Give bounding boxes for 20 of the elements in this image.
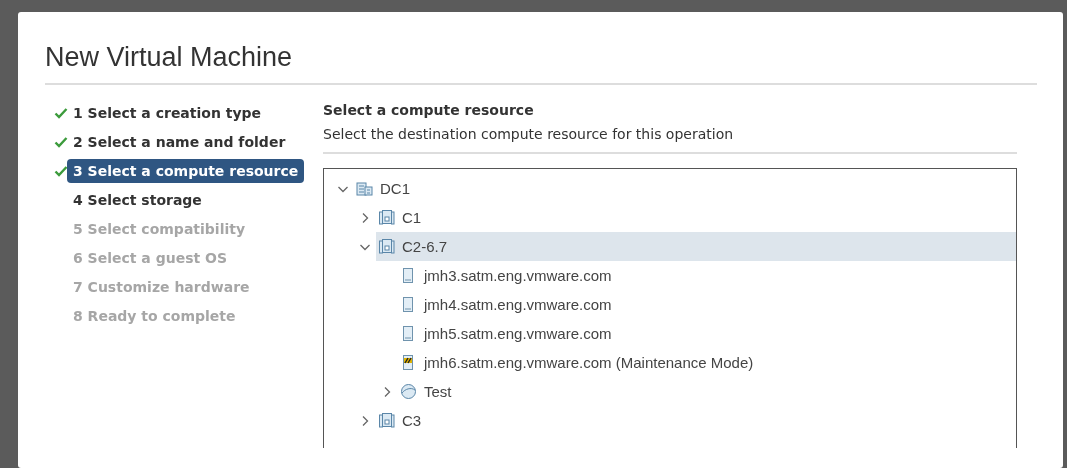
wizard-step[interactable]: 3 Select a compute resource <box>67 158 305 183</box>
tree-item[interactable]: jmh3.satm.eng.vmware.com <box>398 261 1016 290</box>
tree-item[interactable]: jmh6.satm.eng.vmware.com (Maintenance Mode) <box>398 348 1016 377</box>
tree-item[interactable]: C3 <box>376 406 1016 435</box>
server-group-icon <box>378 209 395 226</box>
page-heading: Select a compute resource <box>323 102 535 118</box>
page-description: Select the destination compute resource for this operation <box>323 126 1017 154</box>
tree-item[interactable]: DC1 <box>354 174 1016 203</box>
dialog-title: New Virtual Machine <box>45 42 1037 85</box>
tree-item[interactable]: C1 <box>376 203 1016 232</box>
wizard-step[interactable]: 4 Select storage <box>67 187 208 212</box>
server-group-icon <box>378 238 395 255</box>
server-group-icon <box>378 412 395 429</box>
building-icon <box>356 180 373 197</box>
wizard-step[interactable]: 2 Select a name and folder <box>67 129 292 154</box>
tree-item[interactable]: C2-6.7 <box>376 232 1016 261</box>
wizard-step[interactable]: 1 Select a creation type <box>67 100 268 125</box>
tree-item[interactable]: jmh5.satm.eng.vmware.com <box>398 319 1016 348</box>
tree-item[interactable]: jmh4.satm.eng.vmware.com <box>398 290 1016 319</box>
tree-item[interactable]: Test <box>398 377 1016 406</box>
